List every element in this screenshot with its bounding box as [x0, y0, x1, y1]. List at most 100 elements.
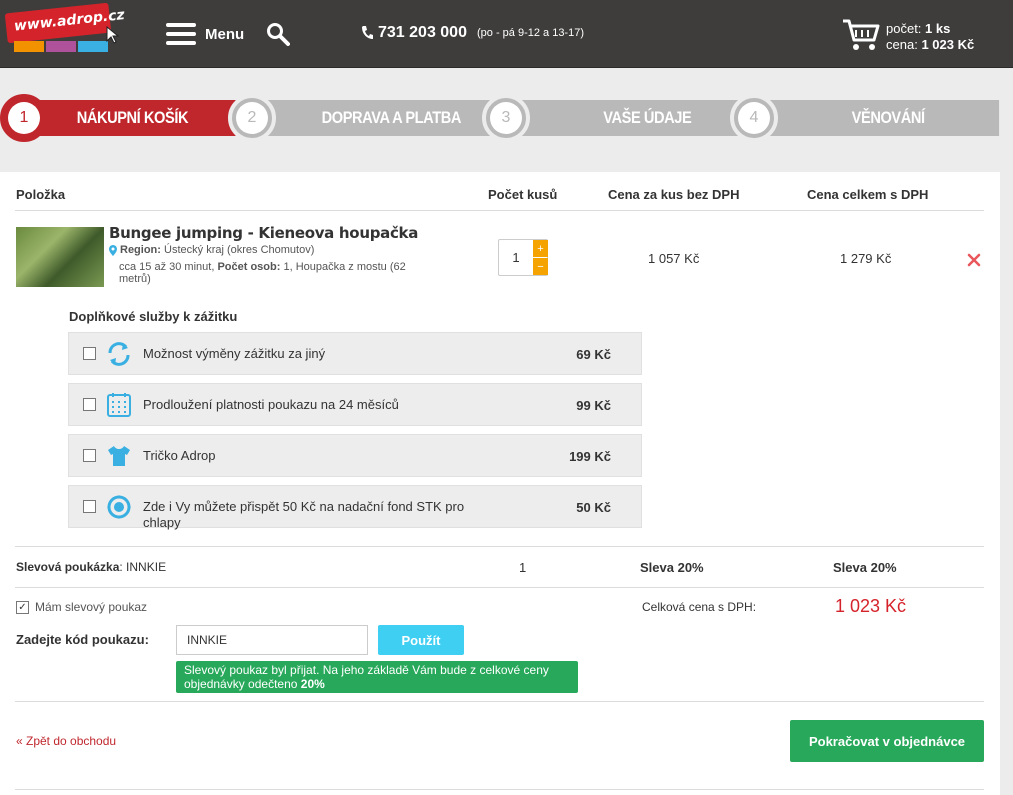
addon-price: 199 Kč [569, 449, 611, 464]
hamburger-icon [166, 23, 196, 45]
continue-order-button[interactable]: Pokračovat v objednávce [790, 720, 984, 762]
addon-label: Prodloužení platnosti poukazu na 24 měsí… [143, 397, 399, 412]
addon-label: Zde i Vy můžete přispět 50 Kč na nadační… [143, 499, 465, 530]
tshirt-icon [108, 446, 130, 466]
logo-tag-zazitky [78, 41, 108, 52]
voucher-accepted-message: Slevový poukaz byl přijat. Na jeho zákla… [176, 661, 578, 693]
addon-checkbox[interactable] [83, 500, 96, 513]
discount-unit: Sleva 20% [640, 560, 704, 575]
addon-checkbox[interactable] [83, 398, 96, 411]
quantity-decrease-button[interactable]: − [533, 258, 548, 275]
cart-price-value: 1 023 Kč [921, 37, 975, 52]
exchange-icon [108, 342, 130, 366]
cursor-icon [106, 26, 120, 44]
addon-item[interactable]: Prodloužení platnosti poukazu na 24 měsí… [68, 383, 642, 426]
cart-panel: Položka Počet kusů Cena za kus bez DPH C… [0, 172, 1000, 795]
phone-icon [362, 26, 373, 39]
product-image[interactable] [16, 227, 104, 287]
divider [15, 587, 984, 588]
addon-label: Možnost výměny zážitku za jiný [143, 346, 326, 361]
step-label: VĚNOVÁNÍ [851, 108, 925, 127]
cart-count-value: 1 ks [925, 21, 951, 36]
discount-label: Slevová poukázka [16, 560, 120, 574]
step-number-2: 2 [228, 94, 276, 142]
have-voucher-checkbox[interactable]: ✓ [16, 600, 29, 614]
addon-checkbox[interactable] [83, 347, 96, 360]
total-price: 1 279 Kč [840, 251, 892, 266]
column-header-item: Položka [16, 187, 66, 202]
calendar-icon [107, 393, 131, 417]
divider [15, 546, 984, 547]
phone-number[interactable]: 731 203 000 [378, 24, 467, 42]
site-logo[interactable]: www.adrop.cz [4, 2, 125, 56]
logo-text: www.adrop.cz [4, 2, 125, 44]
logo-tags [14, 40, 114, 54]
product-meta: cca 15 až 30 minut, Počet osob: 1, Houpa… [119, 261, 439, 285]
location-pin-icon [109, 244, 117, 256]
remove-item-icon[interactable] [966, 252, 982, 268]
menu-label: Menu [205, 25, 245, 43]
cart-icon [843, 19, 880, 50]
column-header-qty: Počet kusů [488, 187, 558, 202]
discount-total: Sleva 20% [833, 560, 897, 575]
addon-item[interactable]: Možnost výměny zážitku za jiný 69 Kč [68, 332, 642, 375]
persons-label: Počet osob: [217, 261, 281, 273]
step-number-3: 3 [482, 94, 530, 142]
phone-contact: 731 203 000 (po - pá 9-12 a 13-17) [360, 24, 584, 42]
step-dedication[interactable]: VĚNOVÁNÍ [760, 100, 1000, 136]
column-header-unit-price: Cena za kus bez DPH [608, 187, 740, 202]
voucher-code-input[interactable] [176, 625, 368, 655]
charity-icon [107, 495, 131, 519]
region-value: Ústecký kraj (okres Chomutov) [164, 244, 315, 256]
site-header: www.adrop.cz Menu 731 203 000 (po - pá 9… [0, 0, 1013, 68]
addon-price: 50 Kč [576, 500, 611, 515]
step-label: DOPRAVA A PLATBA [321, 108, 462, 127]
addons-title: Doplňkové služby k zážitku [69, 309, 238, 324]
accepted-text: Slevový poukaz byl přijat. Na jeho zákla… [184, 663, 549, 691]
addon-label: Tričko Adrop [143, 448, 216, 463]
addon-checkbox[interactable] [83, 449, 96, 462]
addon-item[interactable]: Tričko Adrop 199 Kč [68, 434, 642, 477]
discount-qty: 1 [519, 560, 527, 575]
region-label: Region: [120, 244, 161, 256]
step-label: VAŠE ÚDAJE [603, 108, 692, 127]
product-duration: cca 15 až 30 minut, [119, 261, 215, 273]
apply-voucher-button[interactable]: Použít [378, 625, 464, 655]
addon-item[interactable]: Zde i Vy můžete přispět 50 Kč na nadační… [68, 485, 642, 530]
logo-tag-adrenalin [14, 41, 44, 52]
step-label: NÁKUPNÍ KOŠÍK [76, 108, 189, 127]
cart-info: počet: 1 ks cena: 1 023 Kč [886, 21, 974, 53]
back-to-shop-link[interactable]: « Zpět do obchodu [16, 734, 116, 748]
divider [15, 701, 984, 702]
column-header-total-price: Cena celkem s DPH [807, 187, 929, 202]
step-shipping[interactable]: DOPRAVA A PLATBA [258, 100, 508, 136]
checkout-steps: NÁKUPNÍ KOŠÍK DOPRAVA A PLATBA VAŠE ÚDAJ… [0, 94, 1013, 144]
accepted-percent: 20% [300, 677, 325, 691]
search-icon[interactable] [266, 22, 290, 46]
have-voucher-label: Mám slevový poukaz [35, 600, 148, 614]
grand-total-label: Celková cena s DPH: [642, 600, 757, 614]
quantity-increase-button[interactable]: + [533, 240, 548, 257]
voucher-code-label: Zadejte kód poukazu: [16, 632, 149, 647]
product-name[interactable]: Bungee jumping - Kieneova houpačka [109, 224, 418, 242]
discount-row-label: Slevová poukázka: INNKIE [16, 560, 166, 574]
quantity-stepper: 1 + − [498, 239, 548, 276]
unit-price: 1 057 Kč [648, 251, 700, 266]
step-number-4: 4 [730, 94, 778, 142]
product-region: Region: Ústecký kraj (okres Chomutov) [109, 244, 314, 256]
divider [15, 210, 984, 211]
phone-hours: (po - pá 9-12 a 13-17) [476, 27, 584, 39]
step-details[interactable]: VAŠE ÚDAJE [514, 100, 764, 136]
logo-tag-relaxace [46, 41, 76, 52]
menu-button[interactable]: Menu [166, 22, 244, 46]
cart-price-label: cena: [886, 37, 918, 52]
addon-price: 69 Kč [576, 347, 611, 362]
cart-count-label: počet: [886, 21, 922, 36]
step-number-1: 1 [0, 94, 48, 142]
quantity-value[interactable]: 1 [499, 240, 533, 275]
have-voucher-toggle[interactable]: ✓ Mám slevový poukaz [16, 600, 147, 614]
addon-price: 99 Kč [576, 398, 611, 413]
grand-total-value: 1 023 Kč [835, 596, 907, 616]
cart-summary[interactable]: počet: 1 ks cena: 1 023 Kč [842, 18, 1002, 54]
discount-code: : INNKIE [119, 560, 167, 574]
